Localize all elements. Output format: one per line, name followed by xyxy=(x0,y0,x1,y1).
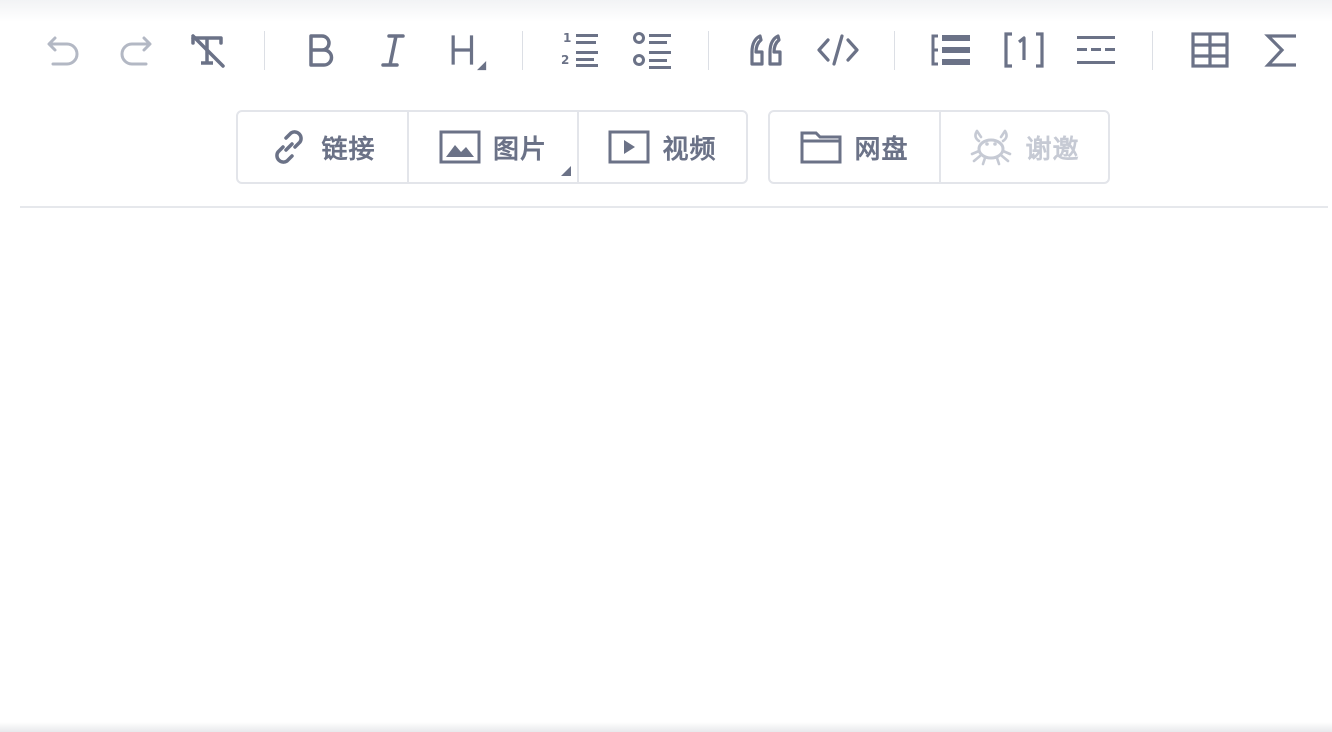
crab-icon xyxy=(971,129,1012,166)
unordered-list-icon xyxy=(633,32,671,69)
formula-button[interactable] xyxy=(1260,28,1304,72)
undo-button[interactable] xyxy=(41,28,85,72)
video-label: 视频 xyxy=(662,134,717,165)
video-button[interactable]: 视频 xyxy=(579,112,746,182)
table-button[interactable] xyxy=(1188,28,1232,72)
bold-button[interactable] xyxy=(298,28,342,72)
editor-bottom-shadow xyxy=(0,722,1332,732)
redo-button[interactable] xyxy=(114,28,158,72)
italic-icon xyxy=(381,34,405,67)
code-button[interactable] xyxy=(816,28,860,72)
netdisk-label: 网盘 xyxy=(854,134,909,165)
svg-text:1: 1 xyxy=(563,31,571,45)
link-icon xyxy=(275,130,304,164)
image-button[interactable]: 图片 xyxy=(409,112,579,182)
toolbar-shadow xyxy=(0,0,1332,22)
redo-icon xyxy=(120,36,152,66)
toc-icon xyxy=(931,34,970,66)
toc-button[interactable] xyxy=(930,28,974,72)
rich-text-editor: 1 2 链接 图片 视频 网盘 谢邀 xyxy=(0,0,1332,732)
italic-button[interactable] xyxy=(371,28,415,72)
footnote-icon xyxy=(1004,32,1044,68)
code-icon xyxy=(817,34,859,66)
clear-format-button[interactable] xyxy=(185,28,229,72)
toolbar-separator xyxy=(708,31,709,70)
link-button[interactable]: 链接 xyxy=(238,112,409,182)
footnote-button[interactable] xyxy=(1002,28,1046,72)
link-label: 链接 xyxy=(321,134,376,165)
sigma-icon xyxy=(1264,34,1296,67)
heading-button[interactable] xyxy=(444,28,488,72)
dropdown-corner-icon xyxy=(561,166,571,176)
thanks-button[interactable]: 谢邀 xyxy=(941,112,1108,182)
heading-icon xyxy=(451,35,487,71)
netdisk-button[interactable]: 网盘 xyxy=(770,112,941,182)
thanks-label: 谢邀 xyxy=(1025,134,1080,165)
media-group: 链接 图片 视频 xyxy=(236,110,748,184)
editor-content-area[interactable] xyxy=(20,210,1328,720)
folder-icon xyxy=(800,131,842,164)
undo-icon xyxy=(47,36,79,66)
horizontal-rule-icon xyxy=(1077,36,1115,64)
toolbar-separator xyxy=(1152,31,1153,70)
unordered-list-button[interactable] xyxy=(631,28,675,72)
extras-group: 网盘 谢邀 xyxy=(768,110,1110,184)
toolbar-separator xyxy=(522,31,523,70)
horizontal-rule-button[interactable] xyxy=(1074,28,1118,72)
bold-icon xyxy=(309,34,334,67)
toolbar-separator xyxy=(894,31,895,70)
table-icon xyxy=(1191,32,1229,68)
image-icon xyxy=(439,130,481,164)
toolbar-divider xyxy=(20,206,1328,208)
ordered-list-button[interactable]: 1 2 xyxy=(558,28,602,72)
quote-icon xyxy=(750,34,782,66)
image-label: 图片 xyxy=(492,134,547,165)
toolbar-separator xyxy=(264,31,265,70)
svg-text:2: 2 xyxy=(561,53,569,67)
ordered-list-icon: 1 2 xyxy=(561,31,598,67)
video-icon xyxy=(608,130,650,164)
clear-format-icon xyxy=(191,34,225,68)
blockquote-button[interactable] xyxy=(744,28,788,72)
